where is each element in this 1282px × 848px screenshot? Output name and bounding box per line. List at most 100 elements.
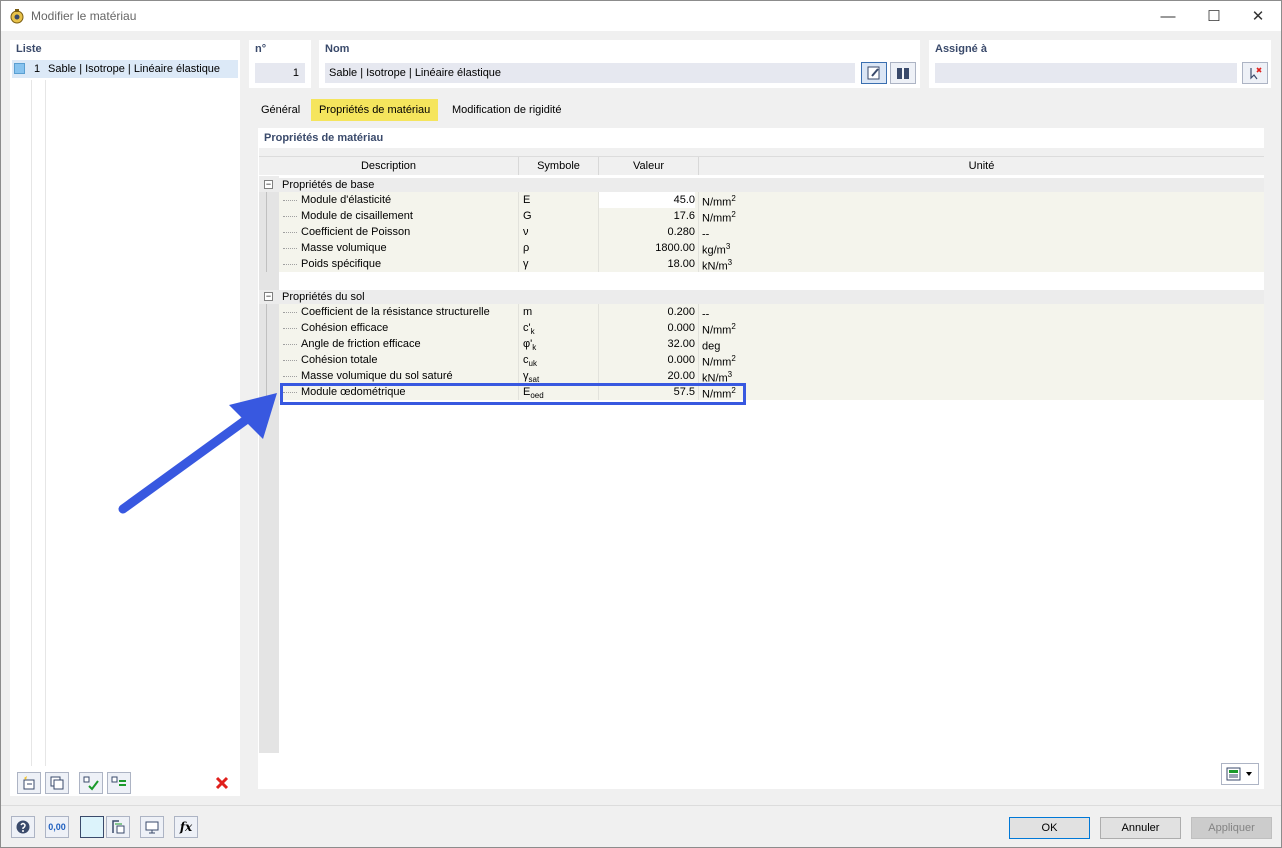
name-field[interactable]: Sable | Isotrope | Linéaire élastique (325, 63, 855, 83)
property-row[interactable]: Cohésion totale cuk 0.000 N/mm2 (279, 352, 1264, 369)
tree-connector (283, 328, 297, 329)
property-unit: N/mm2 (702, 354, 736, 369)
property-row[interactable]: Cohésion efficace c'k 0.000 N/mm2 (279, 320, 1264, 337)
list-item-label: Sable | Isotrope | Linéaire élastique (48, 63, 221, 75)
tree-connector (283, 264, 297, 265)
assigned-panel: Assigné à (929, 40, 1271, 88)
group-label: Propriétés de base (282, 179, 375, 191)
decimal-places-icon: 0,00 (48, 822, 66, 832)
property-unit: -- (702, 308, 710, 321)
copy-material-button[interactable] (45, 772, 69, 794)
group-soil-properties[interactable]: − Propriétés du sol (259, 290, 1264, 304)
property-description: Cohésion efficace (301, 322, 389, 334)
check-used-button[interactable] (107, 772, 131, 794)
edit-pencil-icon (867, 66, 880, 80)
tab-material-properties[interactable]: Propriétés de matériau (311, 99, 439, 121)
collapse-toggle[interactable]: − (264, 292, 273, 301)
table-export-icon (1226, 767, 1252, 781)
group-basic-properties[interactable]: − Propriétés de base (259, 178, 1264, 192)
property-description: Coefficient de Poisson (301, 226, 411, 238)
list-item-number: 1 (34, 63, 41, 75)
column-divider (518, 192, 519, 208)
property-unit: kg/m3 (702, 242, 731, 257)
property-value: 0.200 (667, 306, 695, 318)
column-description: Description (259, 157, 519, 175)
check-all-button[interactable] (79, 772, 103, 794)
tree-connector (283, 376, 297, 377)
edit-name-button[interactable] (861, 62, 887, 84)
view-button[interactable] (140, 816, 164, 838)
column-divider (518, 224, 519, 240)
column-unit: Unité (699, 157, 1264, 175)
help-button[interactable] (11, 816, 35, 838)
cancel-button[interactable]: Annuler (1100, 817, 1181, 839)
book-library-icon (897, 68, 909, 79)
list-item[interactable]: 1 Sable | Isotrope | Linéaire élastique (12, 60, 238, 78)
copy-item-icon (50, 776, 64, 790)
color-swatch-button[interactable] (80, 816, 104, 838)
name-panel: Nom Sable | Isotrope | Linéaire élastiqu… (319, 40, 920, 88)
property-description: Module de cisaillement (301, 210, 413, 222)
library-button[interactable] (890, 62, 916, 84)
number-panel: n° 1 (249, 40, 311, 88)
units-button[interactable] (106, 816, 130, 838)
assigned-header: Assigné à (935, 43, 987, 55)
property-value: 1800.00 (655, 242, 695, 254)
delete-icon (215, 776, 229, 790)
tree-connector (283, 344, 297, 345)
number-field[interactable]: 1 (255, 63, 305, 83)
property-description: Cohésion totale (301, 354, 378, 366)
apply-button[interactable]: Appliquer (1191, 817, 1272, 839)
formula-icon: fx (179, 820, 193, 834)
property-row[interactable]: Coefficient de la résistance structurell… (279, 304, 1264, 321)
title-bar: Modifier le matériau — ☐ ✕ (1, 1, 1281, 31)
table-export-button[interactable] (1221, 763, 1259, 785)
ok-button[interactable]: OK (1009, 817, 1090, 839)
arrow-annotation (118, 393, 277, 514)
maximize-button[interactable]: ☐ (1191, 1, 1237, 31)
property-unit: -- (702, 228, 710, 241)
property-value: 20.00 (667, 370, 695, 382)
property-unit: N/mm2 (702, 194, 736, 209)
property-row[interactable]: Poids spécifique γ 18.00 kN/m3 (279, 256, 1264, 273)
tab-stiffness-modification[interactable]: Modification de rigidité (444, 99, 569, 121)
property-symbol: γ (523, 258, 529, 270)
tab-general[interactable]: Général (253, 99, 308, 121)
property-symbol: E (523, 194, 531, 206)
highlight-box (280, 383, 746, 405)
property-value: 0.280 (667, 226, 695, 238)
clear-assignment-button[interactable] (1242, 62, 1268, 84)
column-divider (698, 192, 699, 208)
property-row[interactable]: Coefficient de Poisson ν 0.280 -- (279, 224, 1264, 241)
property-row[interactable]: Angle de friction efficace φ'k 32.00 deg (279, 336, 1264, 353)
column-divider (698, 208, 699, 224)
help-icon (16, 820, 30, 834)
delete-material-button[interactable] (210, 772, 234, 794)
property-description: Poids spécifique (301, 258, 382, 270)
new-material-button[interactable] (17, 772, 41, 794)
column-divider (518, 320, 519, 336)
column-divider (518, 208, 519, 224)
column-divider (698, 240, 699, 256)
collapse-toggle[interactable]: − (264, 180, 273, 189)
material-app-icon (10, 9, 24, 24)
property-row[interactable]: Masse volumique du sol saturé γsat 20.00… (279, 368, 1264, 385)
decimal-places-button[interactable]: 0,00 (45, 816, 69, 838)
column-divider (518, 336, 519, 352)
property-unit: deg (702, 340, 721, 353)
minimize-button[interactable]: — (1145, 1, 1191, 31)
window-title: Modifier le matériau (31, 9, 137, 23)
property-description: Module d'élasticité (301, 194, 392, 206)
property-unit: N/mm2 (702, 322, 736, 337)
column-divider (698, 368, 699, 384)
property-symbol: m (523, 306, 533, 318)
property-value-input[interactable]: 45.0 (599, 192, 695, 208)
close-button[interactable]: ✕ (1235, 1, 1281, 31)
property-unit: N/mm2 (702, 210, 736, 225)
property-row[interactable]: Module d'élasticité E 45.0 N/mm2 (279, 192, 1264, 209)
formula-button[interactable]: fx (174, 816, 198, 838)
property-row[interactable]: Masse volumique ρ 1800.00 kg/m3 (279, 240, 1264, 257)
assigned-field[interactable] (935, 63, 1237, 83)
property-symbol: c'k (523, 322, 535, 337)
property-row[interactable]: Module de cisaillement G 17.6 N/mm2 (279, 208, 1264, 225)
